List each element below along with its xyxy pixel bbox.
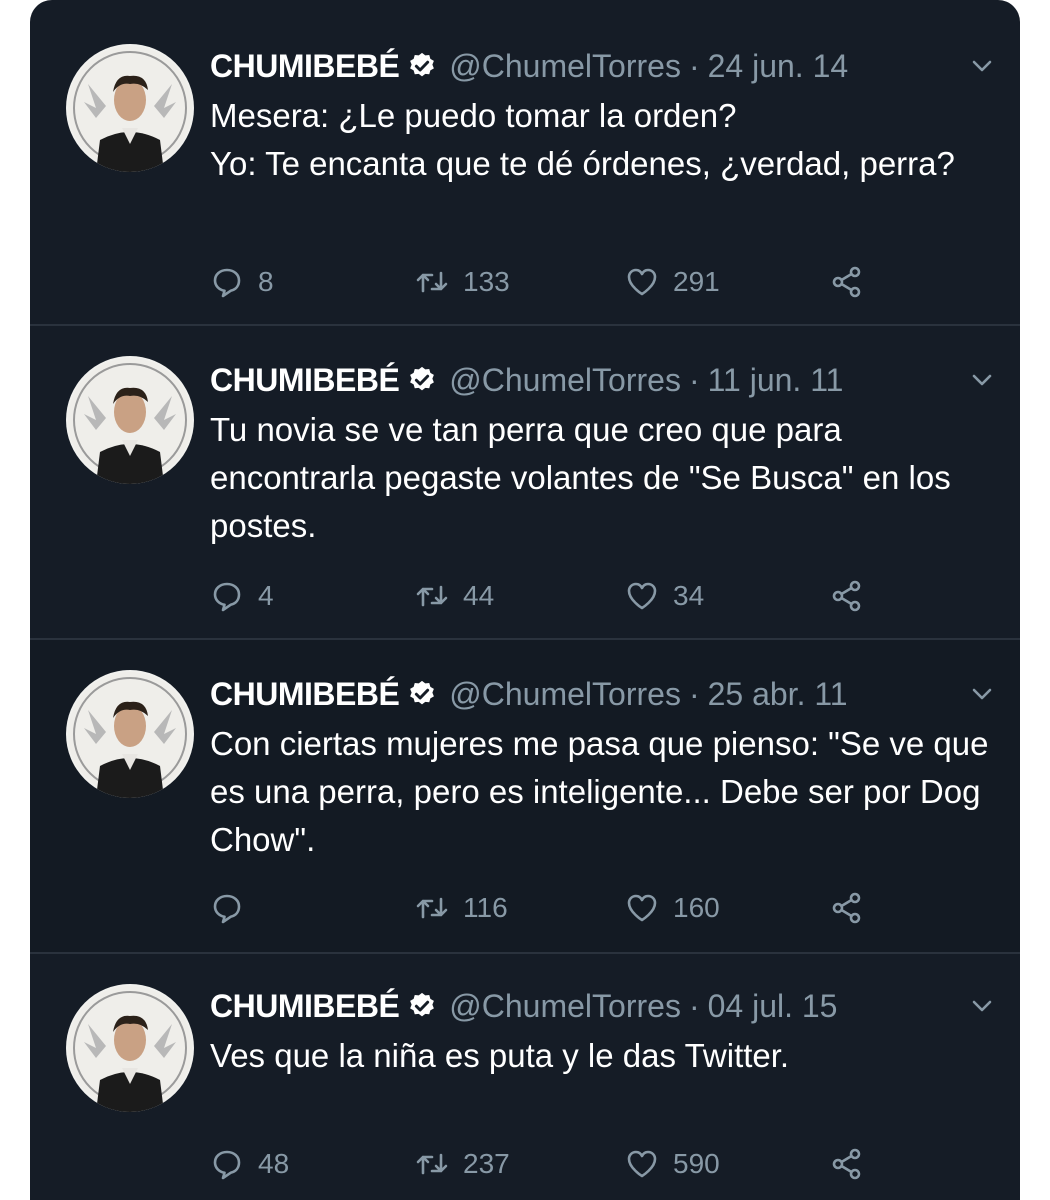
separator-dot: · (688, 361, 700, 398)
reply-count: 4 (258, 580, 274, 611)
tweet-text: Mesera: ¿Le puedo tomar la orden? Yo: Te… (210, 92, 990, 188)
like-count: 590 (673, 1148, 720, 1179)
reply-button[interactable]: 8 (210, 262, 274, 302)
avatar[interactable] (66, 356, 194, 484)
reply-bubble-icon (213, 268, 241, 298)
share-button[interactable] (830, 576, 864, 616)
avatar[interactable] (66, 670, 194, 798)
display-name[interactable]: CHUMIBEBÉ (210, 988, 400, 1025)
retweet-button[interactable]: 116 (415, 888, 508, 928)
like-button[interactable]: 590 (625, 1144, 720, 1184)
reply-bubble-icon (213, 894, 241, 924)
tweet-date[interactable]: 04 jul. 15 (708, 988, 838, 1025)
reply-count: 48 (258, 1148, 290, 1179)
tweet-text-line: Ves que la niña es puta y le das Twitter… (210, 1037, 790, 1074)
reply-button[interactable]: 4 (210, 576, 274, 616)
display-name[interactable]: CHUMIBEBÉ (210, 48, 400, 85)
retweet-icon (416, 271, 448, 293)
tweet-header: CHUMIBEBÉ @ChumelTorres · 04 jul. 15 (210, 984, 837, 1028)
reply-bubble-icon (213, 582, 241, 612)
retweet-button[interactable]: 237 (415, 1144, 510, 1184)
like-count: 34 (673, 580, 705, 611)
share-icon (832, 1148, 861, 1180)
separator-dot: · (688, 47, 700, 84)
tweet-text: Tu novia se ve tan perra que creo que pa… (210, 406, 990, 550)
tweet-date[interactable]: 25 abr. 11 (708, 676, 848, 713)
tweet-actions: 48 237 590 (210, 1144, 930, 1184)
reply-bubble-icon (213, 1150, 241, 1180)
verified-badge-icon (407, 365, 437, 395)
tweet-text-line: Mesera: ¿Le puedo tomar la orden? Yo: Te… (210, 97, 955, 182)
share-button[interactable] (830, 262, 864, 302)
reply-button[interactable]: 48 (210, 1144, 289, 1184)
tweet[interactable]: CHUMIBEBÉ @ChumelTorres · 24 jun. 14 Mes… (30, 0, 1020, 326)
share-button[interactable] (830, 1144, 864, 1184)
heart-icon (627, 268, 657, 296)
tweet-header: CHUMIBEBÉ @ChumelTorres · 24 jun. 14 (210, 44, 848, 88)
retweet-count: 237 (463, 1148, 510, 1179)
like-button[interactable]: 34 (625, 576, 704, 616)
verified-badge-icon (407, 679, 437, 709)
share-icon (832, 266, 861, 298)
display-name[interactable]: CHUMIBEBÉ (210, 362, 400, 399)
retweet-icon (416, 1153, 448, 1175)
tweet-date[interactable]: 24 jun. 14 (708, 48, 849, 85)
tweet-header: CHUMIBEBÉ @ChumelTorres · 25 abr. 11 (210, 672, 848, 716)
share-icon (832, 892, 861, 924)
retweet-icon (416, 897, 448, 919)
retweet-count: 44 (463, 580, 495, 611)
avatar[interactable] (66, 984, 194, 1112)
reply-count: 8 (258, 266, 274, 297)
tweet-text-line: Tu novia se ve tan perra que creo que pa… (210, 411, 951, 544)
user-handle[interactable]: @ChumelTorres (449, 48, 681, 85)
tweet-actions: 8 133 291 (210, 262, 930, 302)
tweet-text: Ves que la niña es puta y le das Twitter… (210, 1032, 990, 1080)
share-icon (832, 580, 861, 612)
user-handle[interactable]: @ChumelTorres (449, 362, 681, 399)
reply-button[interactable] (210, 888, 258, 928)
tweet[interactable]: CHUMIBEBÉ @ChumelTorres · 11 jun. 11 Tu … (30, 326, 1020, 640)
tweet-actions: 116 160 (210, 888, 930, 928)
display-name[interactable]: CHUMIBEBÉ (210, 676, 400, 713)
like-count: 291 (673, 266, 720, 297)
heart-icon (627, 582, 657, 610)
chevron-down-icon[interactable] (970, 682, 994, 706)
retweet-count: 116 (463, 892, 508, 923)
verified-badge-icon (407, 51, 437, 81)
retweet-button[interactable]: 133 (415, 262, 510, 302)
chevron-down-icon[interactable] (970, 54, 994, 78)
user-handle[interactable]: @ChumelTorres (449, 676, 681, 713)
separator-dot: · (688, 675, 700, 712)
user-handle[interactable]: @ChumelTorres (449, 988, 681, 1025)
tweet-date[interactable]: 11 jun. 11 (708, 362, 844, 399)
retweet-count: 133 (463, 266, 510, 297)
tweet-text-line: Con ciertas mujeres me pasa que pienso: … (210, 725, 989, 858)
separator-dot: · (688, 987, 700, 1024)
verified-badge-icon (407, 991, 437, 1021)
tweet-actions: 4 44 34 (210, 576, 930, 616)
heart-icon (627, 1150, 657, 1178)
retweet-icon (416, 585, 448, 607)
avatar[interactable] (66, 44, 194, 172)
tweet[interactable]: CHUMIBEBÉ @ChumelTorres · 04 jul. 15 Ves… (30, 954, 1020, 1200)
tweet-header: CHUMIBEBÉ @ChumelTorres · 11 jun. 11 (210, 358, 843, 402)
tweet[interactable]: CHUMIBEBÉ @ChumelTorres · 25 abr. 11 Con… (30, 640, 1020, 954)
chevron-down-icon[interactable] (970, 368, 994, 392)
retweet-button[interactable]: 44 (415, 576, 494, 616)
tweet-text: Con ciertas mujeres me pasa que pienso: … (210, 720, 990, 864)
like-button[interactable]: 291 (625, 262, 720, 302)
like-count: 160 (673, 892, 720, 923)
share-button[interactable] (830, 888, 864, 928)
timeline: CHUMIBEBÉ @ChumelTorres · 24 jun. 14 Mes… (30, 0, 1020, 1200)
like-button[interactable]: 160 (625, 888, 720, 928)
chevron-down-icon[interactable] (970, 994, 994, 1018)
heart-icon (627, 894, 657, 922)
